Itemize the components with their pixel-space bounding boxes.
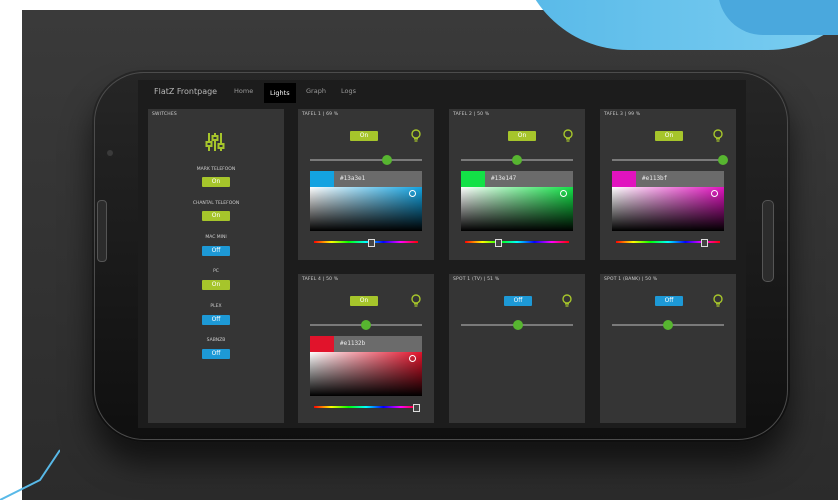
light-panel: TAFEL 4 | 50 % On #e1132b	[298, 274, 434, 423]
color-picker-header: #13e147	[461, 171, 573, 187]
slider-knob[interactable]	[717, 155, 728, 165]
panel-title: SPOT 1 (TV) | 51 %	[453, 277, 500, 282]
color-picker-cursor[interactable]	[409, 355, 416, 362]
switch-toggle-chantal-telefoon[interactable]: On	[202, 211, 230, 221]
color-swatch	[310, 171, 334, 187]
hue-slider[interactable]	[314, 241, 418, 243]
lightbulb-icon	[562, 294, 572, 307]
light-toggle[interactable]: Off	[504, 296, 532, 306]
switch-label: SABNZB	[206, 338, 226, 343]
color-hex-value[interactable]: #13e147	[491, 175, 516, 182]
app-screen: FlatZ Frontpage Home Lights Graph Logs S…	[138, 80, 746, 428]
color-saturation-area[interactable]	[461, 187, 573, 231]
mixer-sliders-icon	[205, 133, 225, 151]
switch-label: MARK TELEFOON	[196, 167, 236, 172]
slider-knob[interactable]	[512, 155, 522, 165]
decorative-line	[0, 449, 60, 500]
color-picker-header: #13a3e1	[310, 171, 422, 187]
panel-title: TAFEL 2 | 50 %	[453, 112, 490, 117]
brand[interactable]: FlatZ Frontpage	[154, 87, 217, 96]
brightness-slider[interactable]	[612, 159, 724, 161]
switch-toggle-sabnzb[interactable]: Off	[202, 349, 230, 359]
lightbulb-icon	[713, 129, 723, 142]
color-swatch	[461, 171, 485, 187]
switches-panel: SWITCHES MARK TELEFOON On CHANTAL TELEFO…	[148, 109, 284, 423]
slider-knob[interactable]	[361, 320, 371, 330]
nav-logs[interactable]: Logs	[341, 87, 356, 95]
light-panel: SPOT 1 (TV) | 51 % Off	[449, 274, 585, 423]
color-saturation-area[interactable]	[310, 187, 422, 231]
nav-graph[interactable]: Graph	[306, 87, 326, 95]
panel-title: TAFEL 4 | 50 %	[302, 277, 339, 282]
hue-slider[interactable]	[314, 406, 418, 408]
panel-title: TAFEL 3 | 99 %	[604, 112, 641, 117]
brightness-slider[interactable]	[310, 159, 422, 161]
slider-knob[interactable]	[663, 320, 673, 330]
panel-title: SWITCHES	[152, 112, 177, 117]
hue-handle[interactable]	[495, 239, 503, 247]
switch-toggle-mac-mini[interactable]: Off	[202, 246, 230, 256]
color-picker-cursor[interactable]	[409, 190, 416, 197]
switch-label: CHANTAL TELEFOON	[192, 201, 240, 206]
hue-slider[interactable]	[465, 241, 569, 243]
switch-toggle-pc[interactable]: On	[202, 280, 230, 290]
lightbulb-icon	[563, 129, 573, 142]
color-swatch	[310, 336, 334, 352]
switch-label: MAC MINI	[205, 235, 227, 240]
slider-knob[interactable]	[382, 155, 393, 165]
color-saturation-area[interactable]	[612, 187, 724, 231]
switch-toggle-plex[interactable]: Off	[202, 315, 230, 325]
light-toggle[interactable]: On	[350, 131, 378, 141]
light-toggle[interactable]: On	[655, 131, 683, 141]
slider-knob[interactable]	[513, 320, 524, 330]
color-hex-value[interactable]: #13a3e1	[340, 175, 365, 182]
color-saturation-area[interactable]	[310, 352, 422, 396]
phone-side-button	[762, 200, 774, 282]
light-toggle[interactable]: Off	[655, 296, 683, 306]
hue-handle[interactable]	[701, 239, 709, 247]
nav-home[interactable]: Home	[234, 87, 253, 95]
light-toggle[interactable]: On	[508, 131, 536, 141]
navbar: FlatZ Frontpage Home Lights Graph Logs	[138, 80, 746, 106]
color-hex-value[interactable]: #e113bf	[642, 175, 667, 182]
switch-toggle-mark-telefoon[interactable]: On	[202, 177, 230, 187]
color-hex-value[interactable]: #e1132b	[340, 340, 365, 347]
lightbulb-icon	[713, 294, 723, 307]
color-picker-cursor[interactable]	[560, 190, 567, 197]
phone-side-button	[97, 200, 107, 262]
nav-lights[interactable]: Lights	[264, 83, 296, 103]
light-toggle[interactable]: On	[350, 296, 378, 306]
color-picker-cursor[interactable]	[711, 190, 718, 197]
hue-handle[interactable]	[368, 239, 376, 247]
phone-camera	[107, 150, 113, 156]
panel-title: SPOT 1 (BANK) | 50 %	[604, 277, 658, 282]
lightbulb-icon	[411, 129, 421, 142]
hue-handle[interactable]	[412, 404, 420, 412]
light-panel: SPOT 1 (BANK) | 50 % Off	[600, 274, 736, 423]
switch-label: PC	[213, 269, 219, 274]
light-panel: TAFEL 3 | 99 % On #e113bf	[600, 109, 736, 260]
color-picker-header: #e113bf	[612, 171, 724, 187]
panel-title: TAFEL 1 | 69 %	[302, 112, 339, 117]
light-panel: TAFEL 2 | 50 % On #13e147	[449, 109, 585, 260]
switch-label: PLEX	[210, 304, 222, 309]
light-panel: TAFEL 1 | 69 % On #13a3e1	[298, 109, 434, 260]
color-picker-header: #e1132b	[310, 336, 422, 352]
lightbulb-icon	[411, 294, 421, 307]
color-swatch	[612, 171, 636, 187]
